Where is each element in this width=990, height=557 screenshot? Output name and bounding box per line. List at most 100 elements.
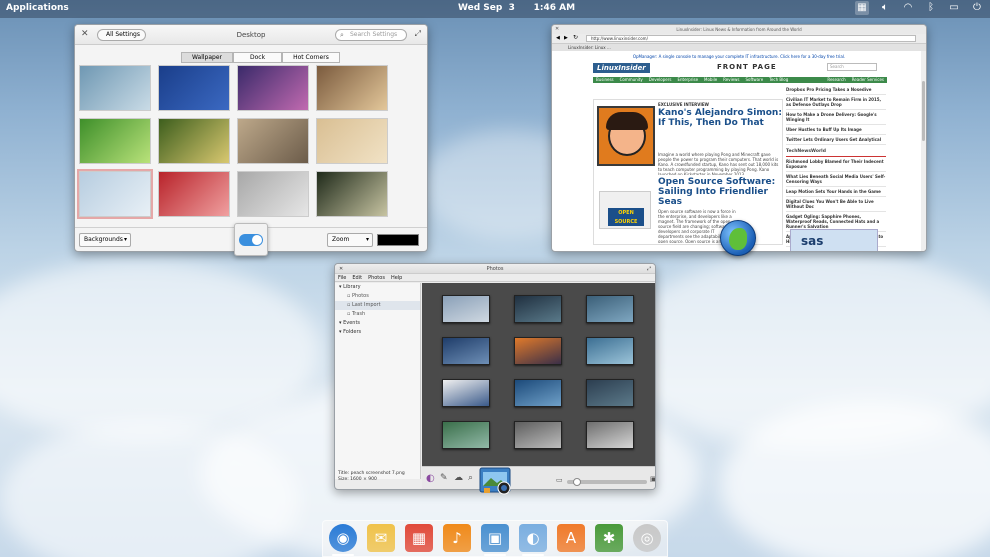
photo-thumbnail[interactable]: [442, 421, 490, 449]
wallpaper-thumbnail[interactable]: [158, 65, 230, 111]
photo-thumbnail[interactable]: [442, 295, 490, 323]
site-search-input[interactable]: Search: [827, 63, 877, 71]
photo-thumbnail[interactable]: [514, 421, 562, 449]
color-picker-button[interactable]: [377, 234, 419, 246]
sidebar-link[interactable]: Uber Hustles to Buff Up Its Image: [786, 125, 886, 135]
library-item[interactable]: ▫ Last Import: [335, 301, 420, 310]
dock-mail-icon[interactable]: ✉: [367, 524, 395, 552]
enhance-icon[interactable]: ✎: [440, 473, 448, 483]
dock-music-icon[interactable]: ♪: [443, 524, 471, 552]
dock-settings-icon[interactable]: ◐: [519, 524, 547, 552]
dock-app-center-icon[interactable]: A: [557, 524, 585, 552]
library-item[interactable]: ▫ Photos: [335, 292, 420, 301]
promo-banner[interactable]: OpManager: A single console to manage yo…: [552, 54, 926, 59]
wifi-icon[interactable]: ◠: [901, 1, 915, 15]
photo-thumbnail[interactable]: [586, 379, 634, 407]
tab-hot-corners[interactable]: Hot Corners: [282, 52, 340, 63]
wallpaper-thumbnail[interactable]: [79, 118, 151, 164]
browser-titlebar[interactable]: ✕ LinuxInsider: Linux News & Information…: [552, 25, 926, 34]
dock-software-installer-icon[interactable]: ◎: [633, 524, 661, 552]
mode-dropdown[interactable]: Backgrounds ▾: [79, 233, 131, 247]
sidebar-link[interactable]: Digital Clues You Won't Be Able to Live …: [786, 197, 886, 212]
wallpaper-thumbnail[interactable]: [316, 171, 388, 217]
sidebar-link[interactable]: Twitter Lets Ordinary Users Get Analytic…: [786, 135, 886, 145]
site-nav-item[interactable]: Reader Services: [852, 77, 884, 83]
photo-thumbnail[interactable]: [514, 337, 562, 365]
wallpaper-thumbnail[interactable]: [237, 171, 309, 217]
article-kano[interactable]: EXCLUSIVE INTERVIEW Kano's Alejandro Sim…: [593, 99, 783, 185]
menu-item[interactable]: Photos: [368, 274, 385, 281]
site-nav-item[interactable]: Tech Blog: [769, 77, 788, 83]
site-nav-item[interactable]: Enterprise: [677, 77, 698, 83]
maximize-icon[interactable]: ⤢: [415, 29, 421, 39]
back-icon[interactable]: ◀: [556, 35, 560, 41]
site-logo[interactable]: LinuxInsider: [593, 63, 650, 73]
window-switcher-icon[interactable]: ▦: [855, 1, 869, 15]
rotate-icon[interactable]: ◐: [426, 473, 435, 484]
photo-thumbnail[interactable]: [442, 337, 490, 365]
applications-menu[interactable]: Applications: [6, 3, 69, 13]
article-title[interactable]: Open Source Software: Sailing Into Frien…: [658, 177, 782, 207]
photo-thumbnail[interactable]: [586, 421, 634, 449]
site-nav-item[interactable]: Mobile: [704, 77, 717, 83]
menu-item[interactable]: Help: [391, 274, 402, 281]
photo-thumbnail[interactable]: [586, 295, 634, 323]
wallpaper-thumbnail[interactable]: [79, 65, 151, 111]
dock-photos-icon[interactable]: ▣: [481, 524, 509, 552]
zoom-out-icon[interactable]: ▭: [556, 476, 563, 484]
site-nav-item[interactable]: Software: [746, 77, 764, 83]
browser-tab[interactable]: LinuxInsider: Linux ...: [552, 44, 926, 51]
article-title[interactable]: Kano's Alejandro Simon: If This, Then Do…: [658, 108, 782, 128]
sidebar-link[interactable]: Leap Motion Sets Your Hands in the Game: [786, 187, 886, 197]
library-item[interactable]: ▾ Library: [335, 283, 420, 292]
forward-icon[interactable]: ▶: [564, 35, 568, 41]
volume-icon[interactable]: 🔈︎: [878, 1, 892, 15]
library-item[interactable]: ▫ Trash: [335, 310, 420, 319]
publish-icon[interactable]: ☁: [454, 473, 463, 483]
dock-browser-icon[interactable]: ◉: [329, 524, 357, 552]
close-icon[interactable]: ✕: [555, 25, 559, 34]
wallpaper-thumbnail[interactable]: [237, 118, 309, 164]
dock-calendar-icon[interactable]: ▦: [405, 524, 433, 552]
zoom-in-icon[interactable]: ▣: [650, 475, 655, 483]
browser-scrollbar[interactable]: [921, 51, 926, 251]
browser-app-icon[interactable]: [720, 220, 756, 256]
wallpaper-thumbnail[interactable]: [316, 118, 388, 164]
zoom-slider[interactable]: [567, 478, 647, 486]
clock[interactable]: Wed Sep 3 1:46 AM: [458, 3, 575, 13]
site-nav-item[interactable]: Developers: [649, 77, 672, 83]
sidebar-link[interactable]: Richmond Lobby Blamed for Their Indecent…: [786, 157, 886, 172]
wallpaper-toggle-switch[interactable]: [239, 234, 263, 246]
photo-thumbnail[interactable]: [586, 337, 634, 365]
library-item[interactable]: ▾ Events: [335, 319, 420, 328]
wallpaper-thumbnail[interactable]: [158, 118, 230, 164]
url-input[interactable]: http://www.linuxinsider.com/: [586, 35, 916, 42]
wallpaper-thumbnail[interactable]: [158, 171, 230, 217]
bluetooth-icon[interactable]: ᛒ: [924, 1, 938, 15]
sidebar-link[interactable]: How to Make a Drone Delivery: Google's W…: [786, 110, 886, 125]
photos-app-icon[interactable]: [478, 464, 514, 496]
library-item[interactable]: ▾ Folders: [335, 328, 420, 337]
photo-thumbnail[interactable]: [442, 379, 490, 407]
maximize-icon[interactable]: ⤢: [647, 264, 651, 274]
wallpaper-thumbnail[interactable]: [77, 169, 153, 219]
tab-wallpaper[interactable]: Wallpaper: [181, 52, 234, 63]
site-nav-item[interactable]: Research: [827, 77, 845, 83]
settings-titlebar[interactable]: ✕ All Settings Desktop ⌕ Search Settings…: [75, 25, 427, 45]
photo-thumbnail[interactable]: [514, 379, 562, 407]
photo-thumbnail[interactable]: [514, 295, 562, 323]
wallpaper-thumbnail[interactable]: [316, 65, 388, 111]
wallpaper-thumbnail[interactable]: [237, 65, 309, 111]
sidebar-link[interactable]: Civilian IT Market to Remain Firm in 201…: [786, 95, 886, 110]
photos-titlebar[interactable]: ✕ Photos ⤢: [335, 264, 655, 274]
menu-item[interactable]: File: [338, 274, 346, 281]
sidebar-link[interactable]: Dropbox Pro Pricing Takes a Nosedive: [786, 85, 886, 95]
fit-dropdown[interactable]: Zoom ▾: [327, 233, 373, 247]
reload-icon[interactable]: ↻: [573, 34, 578, 41]
search-input[interactable]: ⌕ Search Settings: [335, 29, 407, 41]
dock-bug-tracker-icon[interactable]: ✱: [595, 524, 623, 552]
power-icon[interactable]: ⏻: [970, 1, 984, 15]
sas-advertisement[interactable]: sas: [790, 229, 878, 251]
battery-icon[interactable]: ▭: [947, 1, 961, 15]
search-icon[interactable]: ⌕: [468, 473, 473, 483]
